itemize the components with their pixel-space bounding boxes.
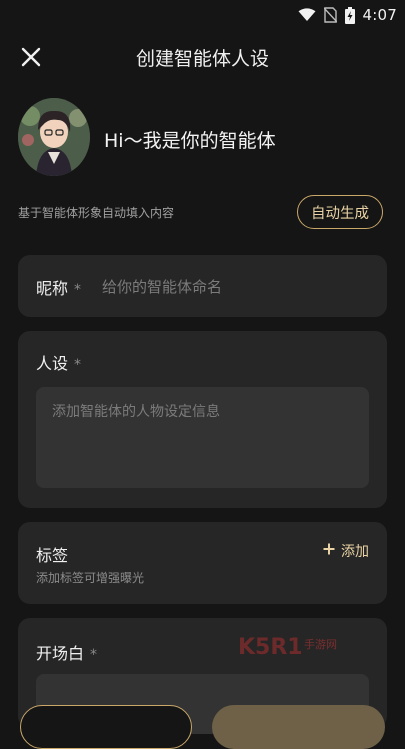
battery-charging-icon	[344, 6, 355, 24]
nickname-label: 昵称 *	[36, 279, 82, 298]
auto-fill-hint: 基于智能体形象自动填入内容	[18, 206, 175, 220]
bottom-secondary-button[interactable]	[20, 705, 192, 749]
status-time: 4:07	[362, 6, 397, 24]
svg-text:手游网: 手游网	[304, 637, 337, 651]
avatar[interactable]	[18, 98, 90, 176]
persona-label: 人设 *	[36, 354, 82, 373]
persona-textarea[interactable]	[36, 387, 369, 488]
auto-generate-button[interactable]: 自动生成	[297, 195, 383, 229]
tags-card: 标签 添加标签可增强曝光 添加	[18, 522, 387, 604]
nickname-card: 昵称 *	[18, 255, 387, 317]
required-mark: *	[74, 357, 82, 373]
no-sim-icon	[323, 7, 337, 23]
status-icons: 4:07	[298, 6, 397, 24]
tags-hint: 添加标签可增强曝光	[36, 571, 145, 585]
svg-text:K5R1: K5R1	[238, 635, 303, 660]
greeting-text: Hi～我是你的智能体	[104, 130, 276, 152]
status-bar: 4:07	[0, 0, 405, 30]
nickname-input[interactable]	[100, 272, 374, 302]
tags-label: 标签	[36, 546, 69, 565]
add-tag-label: 添加	[341, 544, 369, 560]
watermark-logo: K5R1 手游网	[238, 632, 350, 664]
add-tag-button[interactable]: 添加	[323, 541, 369, 561]
bottom-primary-button[interactable]	[212, 705, 385, 749]
page-title: 创建智能体人设	[135, 48, 269, 70]
required-mark: *	[74, 282, 82, 298]
plus-icon	[323, 543, 335, 559]
persona-card: 人设 *	[18, 331, 387, 508]
title-bar: 创建智能体人设	[0, 32, 405, 80]
wifi-icon	[298, 8, 316, 22]
opening-label: 开场白 *	[36, 644, 98, 663]
required-mark: *	[90, 647, 98, 663]
